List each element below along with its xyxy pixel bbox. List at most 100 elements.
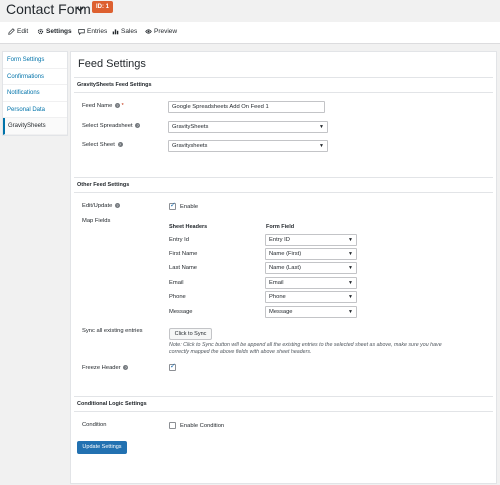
spreadsheet-select-value: GravitySheets (172, 124, 209, 130)
sheet-header-message: Message (169, 309, 193, 315)
pencil-icon (8, 28, 15, 35)
form-field-value: Name (First) (269, 251, 302, 257)
form-field-select-entry-id[interactable]: Entry ID ▼ (265, 234, 357, 246)
form-field-value: Message (269, 309, 293, 315)
feed-name-input[interactable] (168, 101, 325, 113)
dropdown-arrow-icon: ▼ (348, 309, 353, 315)
dropdown-arrow-icon: ▼ (348, 265, 353, 271)
tab-entries[interactable]: Entries (78, 28, 107, 35)
help-icon[interactable]: ? (135, 123, 141, 128)
settings-sidebar: Form Settings Confirmations Notification… (2, 51, 68, 136)
sync-label: Sync all existing entries (82, 328, 143, 334)
tab-edit[interactable]: Edit (8, 28, 28, 35)
toolbar-tabs: Edit Settings Entries Sales Preview (0, 22, 500, 44)
sidebar-item-form-settings[interactable]: Form Settings (3, 52, 67, 69)
select-sheet-label: Select Sheet ? (82, 142, 123, 148)
freeze-header-checkbox[interactable]: ✓ (169, 363, 176, 371)
divider (74, 192, 493, 193)
tab-preview[interactable]: Preview (145, 28, 177, 35)
feed-name-label-text: Feed Name (82, 103, 113, 110)
gear-icon (37, 28, 44, 35)
divider (74, 177, 493, 178)
sync-note-line-2: correctly mapped the above fields with a… (169, 349, 312, 355)
page-title: Feed Settings (78, 58, 146, 70)
col-sheet-headers: Sheet Headers (169, 224, 208, 230)
sheet-header-first-name: First Name (169, 251, 198, 257)
form-field-value: Name (Last) (269, 265, 301, 271)
checkmark-icon: ✓ (170, 363, 176, 370)
tab-sales[interactable]: Sales (112, 28, 137, 35)
page-header: Contact Form ID: 1 (0, 0, 500, 20)
section-heading-conditional-logic: Conditional Logic Settings (77, 401, 147, 407)
update-settings-button[interactable]: Update Settings (77, 441, 127, 454)
tab-edit-label: Edit (17, 28, 29, 35)
sheet-header-email: Email (169, 280, 184, 286)
sidebar-item-notifications[interactable]: Notifications (3, 85, 67, 102)
edit-update-label-text: Edit/Update (82, 203, 113, 210)
dropdown-arrow-icon: ▼ (348, 251, 353, 257)
sidebar-item-confirmations[interactable]: Confirmations (3, 69, 67, 85)
tab-settings-label: Settings (46, 28, 72, 35)
help-icon[interactable]: ? (114, 203, 120, 208)
dropdown-arrow-icon: ▼ (319, 143, 324, 149)
enable-label: Enable (180, 204, 199, 210)
sheet-select[interactable]: Gravitysheets ▼ (168, 140, 328, 152)
form-field-value: Email (269, 280, 284, 286)
tab-settings[interactable]: Settings (37, 28, 72, 35)
sidebar-item-personal-data[interactable]: Personal Data (3, 102, 67, 118)
dropdown-arrow-icon: ▼ (348, 294, 353, 300)
sheet-header-last-name: Last Name (169, 265, 198, 271)
enable-checkbox[interactable]: ✓ (169, 202, 176, 210)
edit-update-label: Edit/Update ? (82, 203, 120, 209)
sheet-header-phone: Phone (169, 294, 186, 300)
form-field-value: Entry ID (269, 237, 290, 243)
sidebar-item-gravitysheets[interactable]: GravitySheets (3, 118, 67, 135)
sync-note: Note: Click to Sync button will be appen… (169, 342, 491, 356)
col-form-field: Form Field (266, 224, 295, 230)
bar-chart-icon (112, 29, 119, 35)
spreadsheet-select[interactable]: GravitySheets ▼ (168, 121, 328, 133)
dropdown-arrow-icon: ▼ (348, 280, 353, 286)
form-field-value: Phone (269, 294, 286, 300)
select-spreadsheet-label: Select Spreadsheet ? (82, 123, 141, 130)
divider (74, 77, 493, 78)
help-icon[interactable]: ? (114, 103, 120, 108)
form-field-select-email[interactable]: Email ▼ (265, 277, 357, 289)
select-spreadsheet-label-text: Select Spreadsheet (82, 123, 133, 130)
help-icon[interactable]: ? (123, 365, 129, 370)
form-field-select-message[interactable]: Message ▼ (265, 306, 357, 318)
tab-preview-label: Preview (154, 28, 178, 35)
freeze-header-label-text: Freeze Header (82, 365, 121, 372)
feed-settings-panel: Feed Settings GravitySheets Feed Setting… (70, 51, 497, 484)
comment-icon (78, 29, 85, 35)
click-to-sync-button[interactable]: Click to Sync (169, 328, 212, 340)
enable-condition-checkbox[interactable] (169, 422, 176, 429)
chevron-down-icon[interactable] (75, 4, 85, 14)
section-heading-feed-settings: GravitySheets Feed Settings (77, 82, 152, 88)
sync-note-line-1: Note: Click to Sync button will be appen… (169, 342, 442, 348)
required-asterisk: * (121, 103, 124, 110)
form-field-select-phone[interactable]: Phone ▼ (265, 291, 357, 303)
select-sheet-label-text: Select Sheet (82, 142, 115, 149)
form-field-select-last-name[interactable]: Name (Last) ▼ (265, 262, 357, 274)
form-field-select-first-name[interactable]: Name (First) ▼ (265, 248, 357, 260)
tab-sales-label: Sales (121, 28, 138, 35)
freeze-header-label: Freeze Header ? (82, 365, 129, 372)
form-id-badge: ID: 1 (92, 1, 114, 13)
tab-entries-label: Entries (87, 28, 108, 35)
enable-condition-label: Enable Condition (180, 423, 225, 429)
dropdown-arrow-icon: ▼ (348, 237, 353, 243)
condition-label: Condition (82, 422, 107, 428)
map-fields-label: Map Fields (82, 218, 111, 224)
sheet-header-entry-id: Entry Id (169, 237, 189, 243)
eye-icon (145, 29, 152, 34)
divider (74, 396, 493, 397)
checkmark-icon: ✓ (170, 202, 176, 209)
divider (74, 411, 493, 412)
section-heading-other-settings: Other Feed Settings (77, 182, 130, 188)
help-icon[interactable]: ? (117, 142, 123, 147)
divider (74, 92, 493, 93)
sheet-select-value: Gravitysheets (172, 143, 208, 149)
dropdown-arrow-icon: ▼ (319, 124, 324, 130)
feed-name-label: Feed Name ? * (82, 103, 124, 109)
